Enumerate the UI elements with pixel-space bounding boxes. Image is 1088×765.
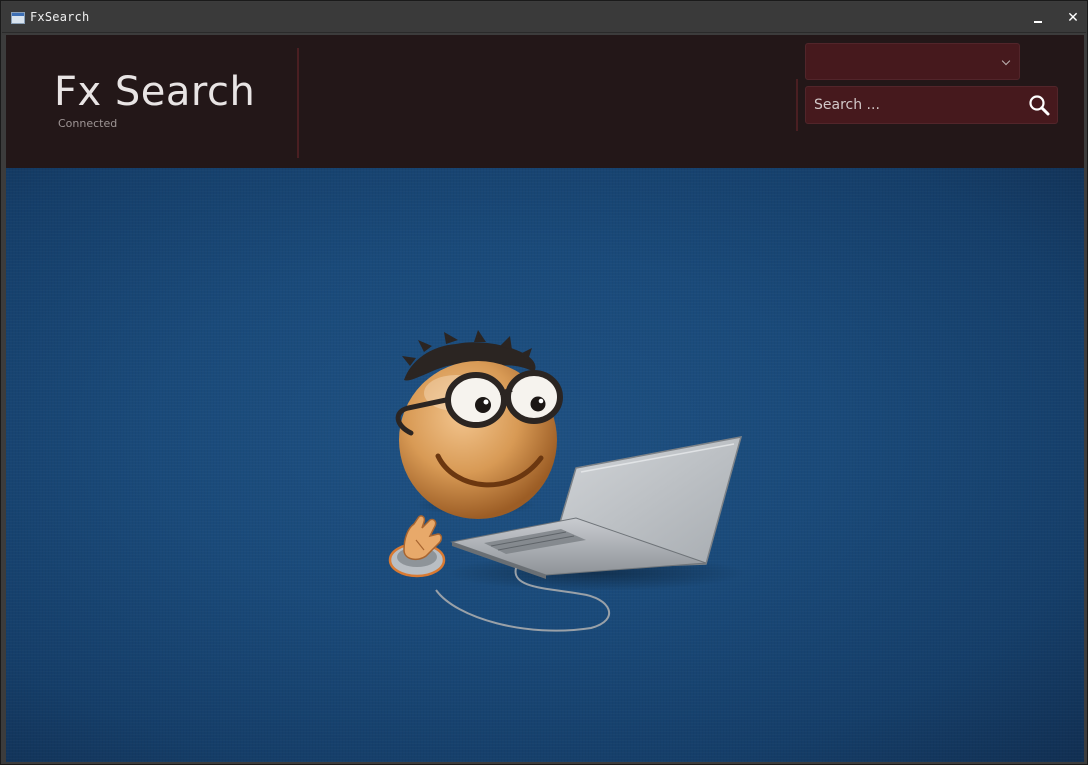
search-box [805,86,1058,124]
search-input[interactable] [806,87,1021,123]
close-button[interactable]: ✕ [1062,7,1084,29]
page-title: Fx Search [54,69,256,115]
title-bar[interactable]: FxSearch ✕ [2,2,1086,33]
connection-status: Connected [58,117,118,130]
window-icon [11,12,25,24]
minimize-icon [1034,21,1042,23]
header-divider [297,48,299,158]
header: Fx Search Connected [6,35,1084,168]
chevron-down-icon [1001,56,1011,66]
search-icon [1029,95,1050,116]
minimize-button[interactable] [1027,7,1049,29]
smiley-laptop-illustration [388,330,746,632]
main-area [6,168,1084,762]
search-divider [796,79,798,131]
window-title: FxSearch [30,10,90,24]
app-content: Fx Search Connected [6,35,1084,762]
search-button[interactable] [1025,91,1053,119]
app-window: FxSearch ✕ Fx Search Connected [0,0,1088,765]
source-dropdown[interactable] [805,43,1020,80]
